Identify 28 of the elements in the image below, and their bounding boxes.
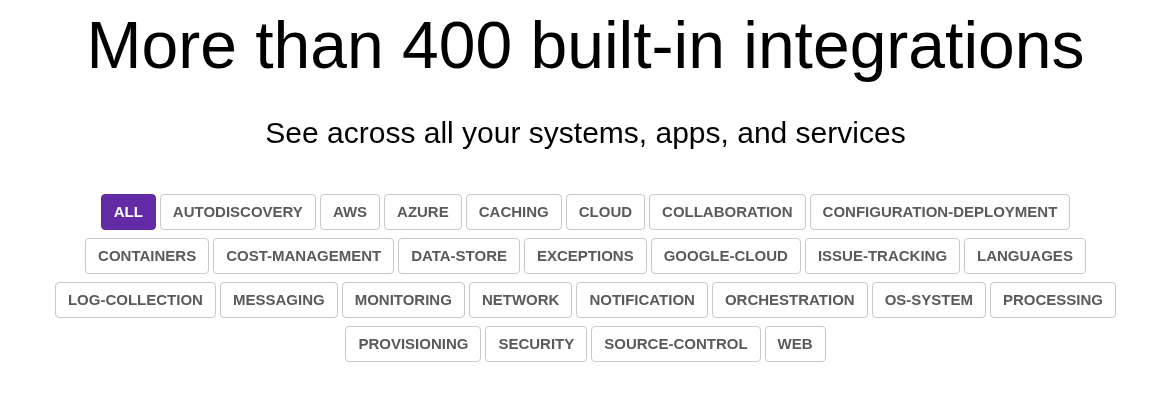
filter-tab[interactable]: LOG-COLLECTION: [54, 282, 216, 318]
filter-tab[interactable]: MONITORING: [341, 282, 465, 318]
filter-tab[interactable]: COST-MANAGEMENT: [213, 238, 395, 274]
filter-tab[interactable]: SOURCE-CONTROL: [591, 326, 761, 362]
filter-tab[interactable]: PROVISIONING: [345, 326, 482, 362]
filter-tab[interactable]: OS-SYSTEM: [871, 282, 986, 318]
filter-tab[interactable]: WEB: [764, 326, 826, 362]
filter-tab[interactable]: NETWORK: [468, 282, 573, 318]
filter-tab[interactable]: COLLABORATION: [649, 194, 806, 230]
filter-tab[interactable]: PROCESSING: [990, 282, 1117, 318]
filter-tab[interactable]: CLOUD: [565, 194, 646, 230]
filter-tab[interactable]: NOTIFICATION: [576, 282, 708, 318]
filter-tab[interactable]: LANGUAGES: [964, 238, 1086, 274]
filter-tab[interactable]: AUTODISCOVERY: [159, 194, 316, 230]
filter-tab[interactable]: SECURITY: [485, 326, 588, 362]
filter-tab[interactable]: AZURE: [384, 194, 462, 230]
filter-tab[interactable]: CACHING: [465, 194, 562, 230]
filter-tab[interactable]: ORCHESTRATION: [711, 282, 868, 318]
filter-tab[interactable]: EXCEPTIONS: [524, 238, 647, 274]
filter-tab[interactable]: ISSUE-TRACKING: [804, 238, 961, 274]
page-subheading: See across all your systems, apps, and services: [265, 118, 906, 148]
filter-tab[interactable]: AWS: [319, 194, 381, 230]
filter-tab[interactable]: GOOGLE-CLOUD: [650, 238, 801, 274]
filter-tab[interactable]: CONFIGURATION-DEPLOYMENT: [809, 194, 1071, 230]
filter-tab[interactable]: ALL: [100, 194, 156, 230]
filter-tab[interactable]: MESSAGING: [219, 282, 338, 318]
filter-tab[interactable]: CONTAINERS: [85, 238, 210, 274]
filter-tab[interactable]: DATA-STORE: [398, 238, 520, 274]
